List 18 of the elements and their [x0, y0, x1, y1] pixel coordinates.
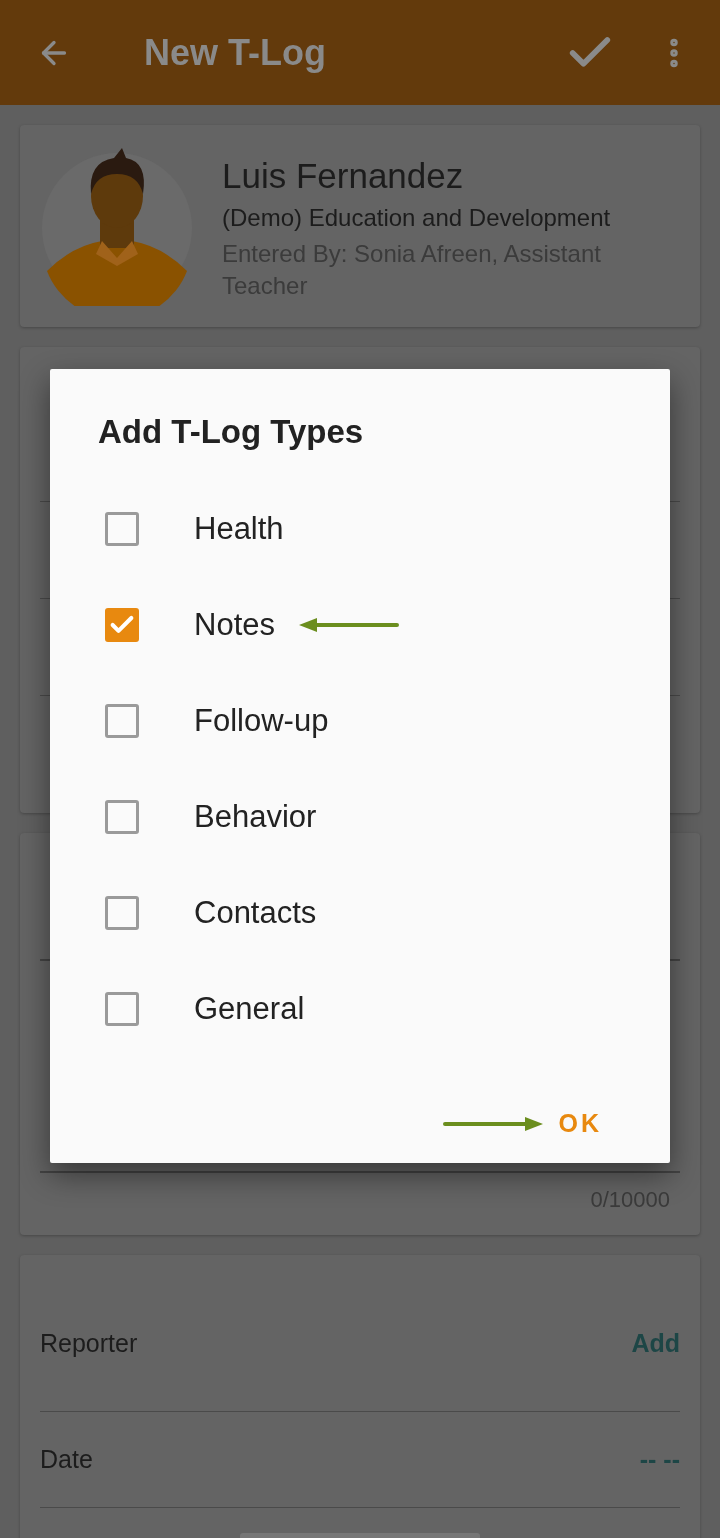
option-label[interactable]: Follow-up	[194, 703, 329, 739]
option-label[interactable]: Behavior	[194, 799, 317, 835]
checkbox[interactable]	[105, 800, 139, 834]
option-label[interactable]: General	[194, 991, 305, 1027]
screen-title: New T-Log	[144, 31, 327, 74]
checkbox[interactable]	[105, 704, 139, 738]
checkbox[interactable]	[105, 512, 139, 546]
dialog-title: Add T-Log Types	[98, 413, 365, 451]
program-name: (Demo) Education and Development	[222, 204, 612, 232]
row-label: Reporter	[40, 1329, 138, 1358]
checkbox[interactable]	[105, 608, 139, 642]
row-label: Date	[40, 1445, 93, 1474]
checkbox[interactable]	[105, 992, 139, 1026]
student-name: Luis Fernandez	[222, 156, 465, 196]
option-label[interactable]: Contacts	[194, 895, 317, 931]
option-label[interactable]: Notes	[194, 607, 275, 643]
option-label[interactable]: Health	[194, 511, 284, 547]
checkbox[interactable]	[105, 896, 139, 930]
